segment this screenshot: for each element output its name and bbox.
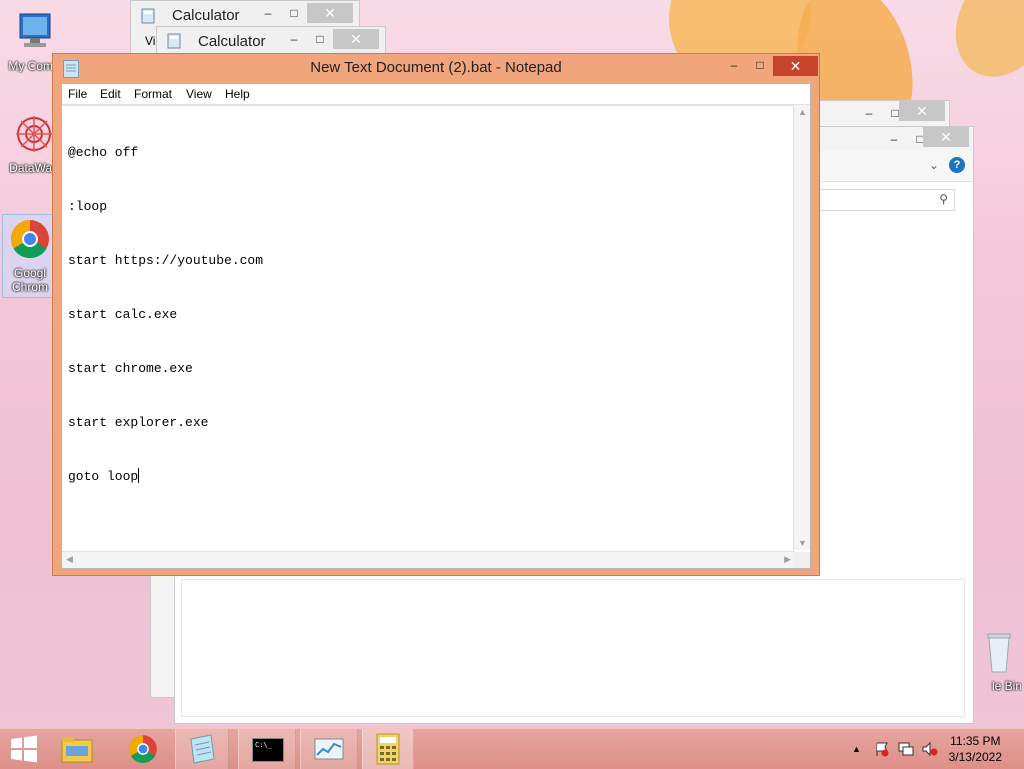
text-caret	[138, 468, 140, 483]
menu-file[interactable]: File	[68, 87, 87, 101]
cmd-icon: C:\_	[252, 738, 284, 762]
minimize-button[interactable]: –	[881, 129, 907, 149]
volume-muted-icon[interactable]	[922, 741, 938, 757]
scroll-up-arrow-icon[interactable]: ▲	[798, 107, 807, 117]
maximize-button[interactable]: □	[747, 56, 773, 76]
notepad-window[interactable]: New Text Document (2).bat - Notepad – □ …	[52, 53, 820, 576]
scroll-down-arrow-icon[interactable]: ▼	[798, 538, 807, 548]
chrome-icon	[10, 219, 49, 259]
close-button[interactable]: ✕	[333, 29, 379, 49]
window-title: New Text Document (2).bat - Notepad	[310, 59, 562, 76]
minimize-button[interactable]: –	[856, 103, 882, 123]
desktop-icon-label: le Bin	[991, 679, 1022, 693]
computer-icon	[19, 13, 51, 47]
maximize-button[interactable]: □	[307, 29, 333, 49]
calculator-icon	[376, 733, 400, 765]
datawag-icon	[16, 116, 52, 152]
text-line-last: goto loop	[68, 468, 789, 486]
minimize-button[interactable]: –	[255, 3, 281, 23]
clock-time: 11:35 PM	[950, 734, 1001, 748]
taskbar: C:\_ ▲ 11:35 PM 3/13/2022	[0, 728, 1024, 769]
notepad-client-area: File Edit Format View Help @echo off :lo…	[61, 83, 811, 569]
text-line: start calc.exe	[68, 307, 178, 322]
taskbar-calculator[interactable]	[362, 729, 414, 769]
start-button[interactable]	[0, 729, 48, 769]
taskbar-file-explorer[interactable]	[52, 729, 102, 769]
text-line: :loop	[68, 199, 108, 214]
taskbar-chrome[interactable]	[118, 729, 168, 769]
horizontal-scrollbar[interactable]: ◀ ▶	[62, 551, 795, 568]
clock-date: 3/13/2022	[948, 750, 1002, 764]
calculator-icon	[141, 8, 155, 24]
desktop-icon-recycle-bin[interactable]: le Bin	[966, 630, 1022, 693]
notepad-icon	[190, 734, 215, 764]
menu-help[interactable]: Help	[225, 87, 250, 101]
window-title: Calculator	[198, 33, 266, 50]
window-title: Calculator	[172, 7, 240, 24]
text-line: goto loop	[68, 469, 139, 484]
chrome-icon	[129, 735, 157, 763]
text-line: @echo off	[68, 145, 139, 160]
search-icon: ⚲	[939, 192, 948, 206]
scroll-right-arrow-icon[interactable]: ▶	[784, 554, 791, 565]
file-explorer-icon	[61, 737, 93, 763]
resize-grip-icon[interactable]	[794, 552, 810, 568]
menu-view[interactable]: View	[186, 87, 212, 101]
close-button[interactable]: ✕	[899, 101, 945, 121]
recycle-bin-icon	[987, 633, 1011, 673]
close-button[interactable]: ✕	[923, 127, 969, 147]
background-petal	[936, 0, 1024, 95]
taskbar-command-prompt[interactable]: C:\_	[238, 729, 296, 769]
explorer-content	[181, 579, 965, 717]
minimize-button[interactable]: –	[281, 29, 307, 49]
taskbar-task-manager[interactable]	[300, 729, 358, 769]
tray-show-hidden-icon[interactable]: ▲	[852, 744, 861, 754]
text-line: start explorer.exe	[68, 415, 209, 430]
text-line: start chrome.exe	[68, 361, 193, 376]
close-button[interactable]: ✕	[307, 3, 353, 23]
menu-format[interactable]: Format	[134, 87, 172, 101]
close-button[interactable]: ✕	[773, 56, 818, 76]
system-clock[interactable]: 11:35 PM 3/13/2022	[949, 733, 1002, 765]
menu-item-view[interactable]: Vi	[145, 34, 155, 48]
vertical-scrollbar[interactable]: ▲ ▼	[793, 105, 810, 550]
text-editor[interactable]: @echo off :loop start https://youtube.co…	[62, 105, 795, 550]
cmd-glyph: C:\_	[255, 741, 272, 749]
menu-bar: File Edit Format View Help	[62, 84, 810, 105]
network-icon[interactable]	[898, 741, 914, 757]
desktop-icon-google-chrome[interactable]: Googl Chrom	[2, 214, 58, 298]
menu-edit[interactable]: Edit	[100, 87, 121, 101]
action-center-flag-icon[interactable]	[874, 741, 890, 757]
desktop-icon-label: Googl Chrom	[11, 266, 48, 294]
explorer-search-box[interactable]: ⚲	[815, 189, 955, 211]
scroll-left-arrow-icon[interactable]: ◀	[66, 554, 73, 565]
chevron-down-icon[interactable]: ⌄	[929, 158, 939, 172]
windows-start-icon	[11, 735, 37, 763]
taskbar-notepad[interactable]	[175, 729, 229, 769]
minimize-button[interactable]: –	[721, 56, 747, 76]
calculator-icon	[167, 33, 181, 49]
task-manager-icon	[314, 738, 344, 760]
text-line: start https://youtube.com	[68, 253, 264, 268]
help-icon[interactable]: ?	[949, 157, 965, 173]
maximize-button[interactable]: □	[281, 3, 307, 23]
